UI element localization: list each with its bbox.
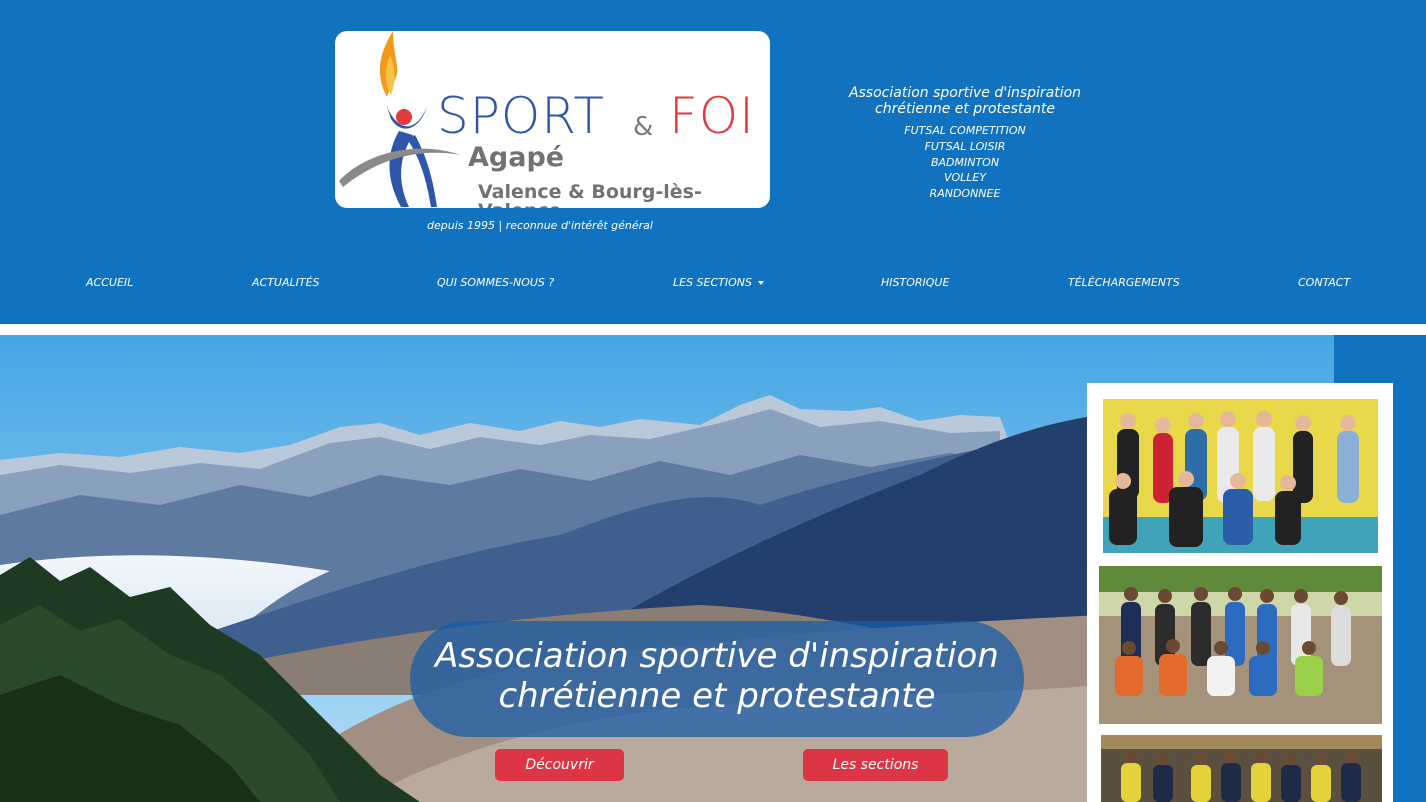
sections-button[interactable]: Les sections <box>803 749 948 781</box>
nav-item-actualites[interactable]: ACTUALITÉS <box>252 276 320 289</box>
section-item: VOLLEY <box>943 171 987 185</box>
site-tagline: depuis 1995 | reconnue d'intérêt général <box>427 219 653 232</box>
photo-gallery-panel <box>1087 383 1393 802</box>
futsal-outdoor-group-photo[interactable] <box>1099 566 1382 724</box>
hero-title-line-2: chrétienne et protestante <box>498 676 936 716</box>
futsal-outdoor-photo-image <box>1099 566 1382 724</box>
logo-word-sport: SPORT <box>437 87 605 145</box>
section-item: RANDONNEE <box>929 187 1001 201</box>
site-logo[interactable]: SPORT & FOI Agapé Valence & Bourg-lès-Va… <box>335 31 770 208</box>
logo-ampersand: & <box>633 112 654 142</box>
futsal-indoor-group-photo[interactable] <box>1101 735 1382 802</box>
section-item: FUTSAL COMPETITION <box>904 124 1026 137</box>
association-line-2: chrétienne et protestante <box>875 101 1055 117</box>
section-item: FUTSAL LOISIR <box>924 139 1006 153</box>
logo-name: Agapé <box>468 142 565 173</box>
association-line-1: Association sportive d'inspiration <box>848 85 1082 101</box>
hero-title-line-1: Association sportive d'inspiration <box>435 636 999 676</box>
nav-item-telechargements[interactable]: TÉLÉCHARGEMENTS <box>1068 276 1180 289</box>
nav-item-accueil[interactable]: ACCUEIL <box>86 276 133 289</box>
discover-button[interactable]: Découvrir <box>495 749 624 781</box>
association-description: Association sportive d'inspiration chrét… <box>815 85 1115 117</box>
badminton-photo-image <box>1103 399 1378 553</box>
main-nav: ACCUEIL ACTUALITÉS QUI SOMMES-NOUS ? LES… <box>0 276 1426 294</box>
nav-item-contact[interactable]: CONTACT <box>1298 276 1350 289</box>
nav-item-historique[interactable]: HISTORIQUE <box>881 276 949 289</box>
nav-item-les-sections-label: LES SECTIONS <box>673 276 753 289</box>
logo-city: Valence & Bourg-lès-Valence <box>478 181 702 209</box>
logo-word-foi: FOI <box>669 87 755 145</box>
hero-title: Association sportive d'inspiration chrét… <box>410 636 1024 716</box>
nav-item-les-sections[interactable]: LES SECTIONS <box>673 276 765 289</box>
sections-list: FUTSAL COMPETITION FUTSAL LOISIR BADMINT… <box>815 123 1115 202</box>
caret-down-icon <box>758 281 765 285</box>
site-header: SPORT & FOI Agapé Valence & Bourg-lès-Va… <box>0 0 1426 324</box>
futsal-indoor-photo-image <box>1101 735 1382 802</box>
section-item: BADMINTON <box>930 155 1000 169</box>
badminton-group-photo[interactable] <box>1103 399 1378 553</box>
nav-item-qui-sommes-nous[interactable]: QUI SOMMES-NOUS ? <box>437 276 554 289</box>
